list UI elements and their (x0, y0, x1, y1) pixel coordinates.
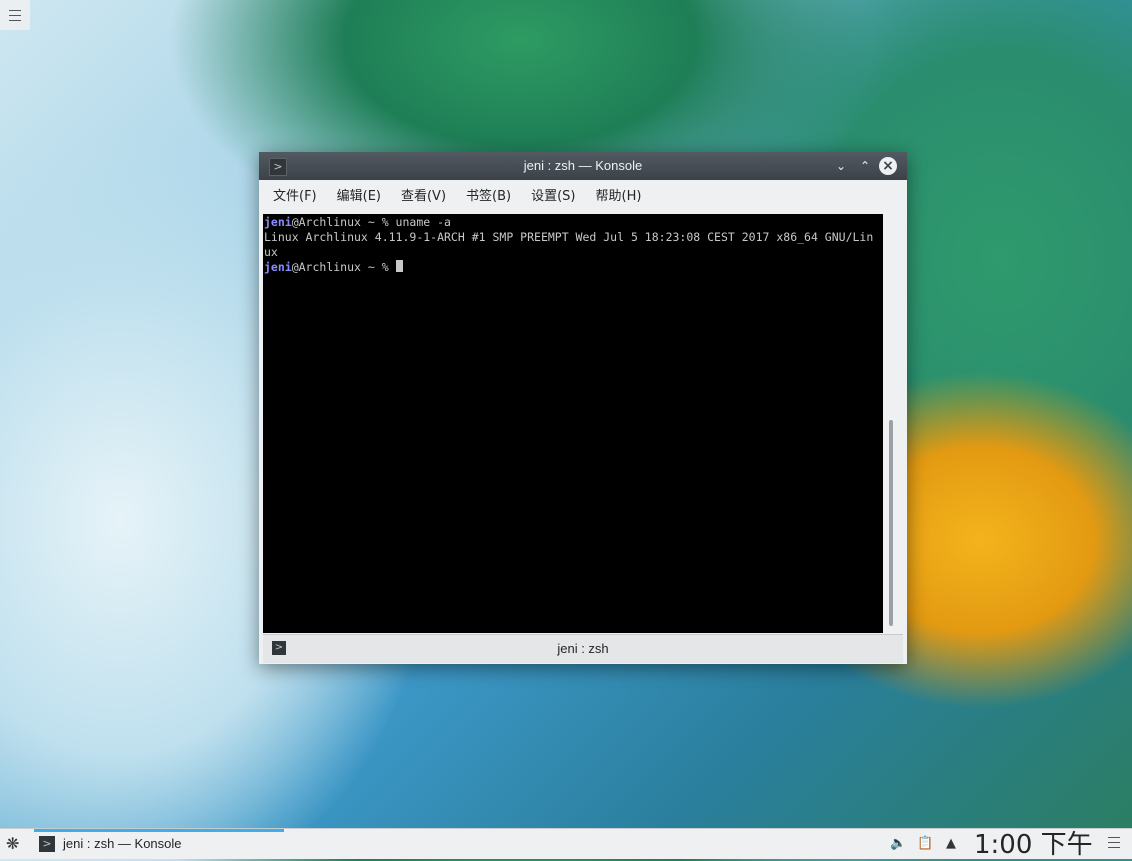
tab-session[interactable]: jeni : zsh (263, 635, 903, 663)
prompt-user: jeni (264, 260, 292, 274)
tab-bar: > jeni : zsh (263, 634, 903, 663)
menu-help[interactable]: 帮助(H) (586, 180, 652, 214)
chevron-up-icon[interactable]: ▲ (943, 836, 959, 852)
close-button[interactable]: × (879, 157, 897, 175)
launcher-icon[interactable]: ❋ (6, 835, 24, 853)
prompt-user: jeni (264, 215, 292, 229)
menu-bookmarks[interactable]: 书签(B) (456, 180, 521, 214)
taskbar-panel: ❋ > jeni : zsh — Konsole 🔈 📋 ▲ 1:00 下午 (0, 828, 1132, 861)
menu-settings[interactable]: 设置(S) (521, 180, 585, 214)
terminal-line: jeni@Archlinux ~ % uname -a (264, 215, 451, 230)
volume-muted-icon[interactable]: 🔈 (890, 836, 906, 852)
terminal-scrollbar[interactable] (889, 420, 893, 626)
prompt-command: @Archlinux ~ % uname -a (291, 215, 451, 229)
maximize-button[interactable]: ⌃ (857, 158, 873, 174)
terminal-output: Linux Archlinux 4.11.9-1-ARCH #1 SMP PRE… (264, 230, 874, 244)
desktop-toolbox-button[interactable] (0, 0, 30, 30)
menu-view[interactable]: 查看(V) (391, 180, 456, 214)
prompt-text: @Archlinux ~ % (291, 260, 396, 274)
hamburger-icon (1108, 837, 1120, 848)
konsole-window: > jeni : zsh — Konsole ⌄ ⌃ × 文件(F) 编辑(E)… (259, 152, 907, 664)
menu-edit[interactable]: 编辑(E) (327, 180, 391, 214)
terminal-area[interactable]: jeni@Archlinux ~ % uname -a Linux Archli… (263, 214, 883, 633)
clipboard-icon[interactable]: 📋 (917, 836, 933, 852)
minimize-button[interactable]: ⌄ (833, 158, 849, 174)
menu-file[interactable]: 文件(F) (263, 180, 327, 214)
text-cursor (395, 260, 403, 272)
task-konsole[interactable]: > jeni : zsh — Konsole (34, 829, 284, 859)
terminal-icon: > (39, 836, 55, 852)
menu-bar: 文件(F) 编辑(E) 查看(V) 书签(B) 设置(S) 帮助(H) (259, 180, 907, 214)
terminal-output-wrap: ux (264, 245, 278, 259)
clock[interactable]: 1:00 下午 (974, 829, 1093, 861)
panel-options-button[interactable] (1108, 837, 1120, 848)
terminal-line: jeni@Archlinux ~ % (264, 260, 403, 275)
task-label: jeni : zsh — Konsole (63, 836, 182, 851)
window-title: jeni : zsh — Konsole (523, 158, 643, 173)
window-titlebar[interactable]: > jeni : zsh — Konsole ⌄ ⌃ × (259, 152, 907, 180)
hamburger-icon (9, 9, 21, 21)
